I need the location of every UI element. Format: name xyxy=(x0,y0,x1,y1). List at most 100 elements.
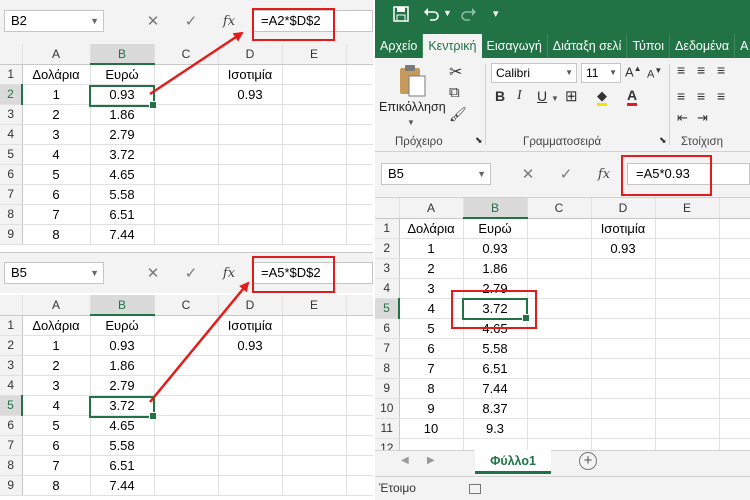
cell-f[interactable] xyxy=(346,224,373,245)
cell-e[interactable] xyxy=(282,335,347,356)
sheet-tab[interactable]: Φύλλο1 xyxy=(475,450,551,474)
cell-d[interactable] xyxy=(218,164,283,185)
cell-c[interactable] xyxy=(527,378,592,399)
cell-e[interactable] xyxy=(282,224,347,245)
column-header[interactable]: B xyxy=(463,198,528,219)
cell-a[interactable]: 1 xyxy=(399,238,464,259)
row-header[interactable]: 1 xyxy=(0,64,23,85)
row-header[interactable]: 3 xyxy=(375,258,400,279)
cell-d[interactable]: 0.93 xyxy=(218,84,283,105)
cell-f[interactable] xyxy=(346,124,373,145)
cell-c[interactable] xyxy=(154,395,219,416)
cell-c[interactable] xyxy=(527,398,592,419)
cell-a[interactable]: 2 xyxy=(22,355,91,376)
cell-a[interactable]: 7 xyxy=(22,204,91,225)
dialog-launcher-icon[interactable]: ⬊ xyxy=(475,135,483,146)
cell-b[interactable]: 1.86 xyxy=(90,104,155,125)
cell-a[interactable]: 8 xyxy=(22,224,91,245)
cell-a[interactable]: 5 xyxy=(22,415,91,436)
cell-b[interactable]: 6.51 xyxy=(90,204,155,225)
cell-c[interactable] xyxy=(527,338,592,359)
row-header[interactable]: 1 xyxy=(375,218,400,239)
cell-c[interactable] xyxy=(154,64,219,85)
cell-e[interactable] xyxy=(282,395,347,416)
cell-d[interactable] xyxy=(218,224,283,245)
bold-icon[interactable]: B xyxy=(495,88,505,104)
cell-d[interactable] xyxy=(591,298,656,319)
column-header[interactable]: B xyxy=(90,44,155,65)
row-header[interactable]: 4 xyxy=(0,375,23,396)
insert-function-icon[interactable]: fx xyxy=(585,167,623,182)
column-header[interactable]: D xyxy=(218,44,283,65)
column-header[interactable]: D xyxy=(218,295,283,316)
column-header[interactable]: A xyxy=(22,44,91,65)
cell-b[interactable]: 5.58 xyxy=(463,338,528,359)
name-box[interactable]: B5 ▼ xyxy=(381,163,491,185)
cell-a[interactable]: 4 xyxy=(22,395,91,416)
cell-b[interactable]: 7.44 xyxy=(463,378,528,399)
cell-c[interactable] xyxy=(154,415,219,436)
row-header[interactable]: 2 xyxy=(0,84,23,105)
cell-e[interactable] xyxy=(282,184,347,205)
row-header[interactable]: 9 xyxy=(375,378,400,399)
cell-e[interactable] xyxy=(655,318,720,339)
scroll-left-icon[interactable]: ◀ xyxy=(401,455,409,466)
row-header[interactable]: 4 xyxy=(375,278,400,299)
cell-a[interactable]: 2 xyxy=(22,104,91,125)
row-header[interactable]: 12 xyxy=(375,438,400,450)
tab-page-layout[interactable]: Διάταξη σελί xyxy=(548,34,628,58)
align-center-icon[interactable]: ≡ xyxy=(697,88,705,104)
row-header[interactable]: 2 xyxy=(0,335,23,356)
cell-a[interactable]: 1 xyxy=(22,84,91,105)
cell-f[interactable] xyxy=(719,218,750,239)
column-header[interactable]: B xyxy=(90,295,155,316)
cell-f[interactable] xyxy=(719,438,750,450)
cancel-icon[interactable]: ✕ xyxy=(509,165,547,183)
cell-c[interactable] xyxy=(154,475,219,496)
cell-f[interactable] xyxy=(346,84,373,105)
cell-e[interactable] xyxy=(282,144,347,165)
align-right-icon[interactable]: ≡ xyxy=(717,88,725,104)
column-header[interactable]: E xyxy=(282,44,347,65)
cell-e[interactable] xyxy=(655,358,720,379)
cell-d[interactable] xyxy=(218,144,283,165)
align-bottom-icon[interactable]: ≡ xyxy=(717,62,725,78)
cell-e[interactable] xyxy=(282,355,347,376)
align-left-icon[interactable]: ≡ xyxy=(677,88,685,104)
column-header[interactable]: E xyxy=(282,295,347,316)
chevron-down-icon[interactable]: ▼ xyxy=(443,8,452,18)
cell-f[interactable] xyxy=(346,455,373,476)
cell-f[interactable] xyxy=(346,435,373,456)
cell-b[interactable]: 5.58 xyxy=(90,184,155,205)
cell-b[interactable]: 2.79 xyxy=(90,124,155,145)
cell-b[interactable]: Ευρώ xyxy=(463,218,528,239)
increase-font-icon[interactable]: A▲ xyxy=(625,64,642,79)
cell-d[interactable]: Ισοτιμία xyxy=(218,64,283,85)
cell-b[interactable]: 4.65 xyxy=(90,164,155,185)
cell-f[interactable] xyxy=(719,338,750,359)
chevron-down-icon[interactable]: ▼ xyxy=(477,164,486,184)
cell-b[interactable]: 3.72 xyxy=(90,144,155,165)
cell-a[interactable]: Δολάρια xyxy=(399,218,464,239)
cell-b[interactable] xyxy=(463,438,528,450)
cell-e[interactable] xyxy=(282,475,347,496)
cell-f[interactable] xyxy=(719,318,750,339)
row-header[interactable]: 6 xyxy=(0,164,23,185)
row-header[interactable]: 10 xyxy=(375,398,400,419)
cell-c[interactable] xyxy=(154,335,219,356)
row-header[interactable]: 5 xyxy=(375,298,400,319)
row-header[interactable]: 5 xyxy=(0,395,23,416)
cell-c[interactable] xyxy=(154,315,219,336)
row-header[interactable]: 7 xyxy=(375,338,400,359)
cell-d[interactable] xyxy=(218,455,283,476)
cell-f[interactable] xyxy=(346,395,373,416)
cell-c[interactable] xyxy=(527,218,592,239)
cell-a[interactable]: 2 xyxy=(399,258,464,279)
name-box[interactable]: B5 ▼ xyxy=(4,262,104,284)
row-header[interactable]: 1 xyxy=(0,315,23,336)
cell-b[interactable]: 1.86 xyxy=(463,258,528,279)
fill-color-icon[interactable]: ◆ xyxy=(597,88,607,106)
cell-a[interactable]: 6 xyxy=(22,435,91,456)
scroll-right-icon[interactable]: ▶ xyxy=(427,455,435,466)
cell-e[interactable] xyxy=(655,238,720,259)
